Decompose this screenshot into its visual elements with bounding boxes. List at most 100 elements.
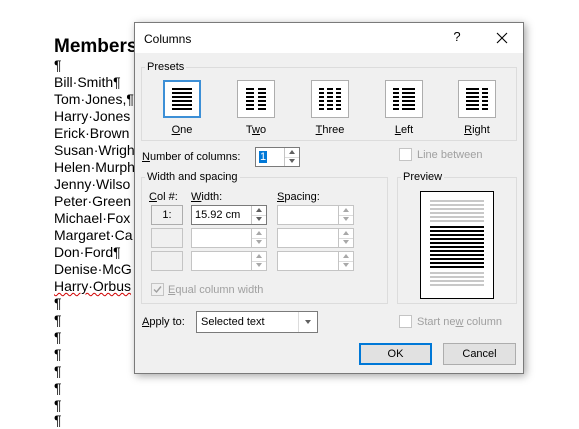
preset-two-mnemonic: w	[252, 124, 260, 136]
doc-line: Peter·Green	[54, 193, 132, 209]
doc-line: Don·Ford¶	[54, 244, 121, 260]
close-button[interactable]	[489, 26, 515, 50]
doc-line: Michael·Fox	[54, 210, 131, 226]
col-number-cell: 1:	[151, 205, 183, 225]
number-of-columns-value[interactable]: 1	[259, 151, 268, 163]
preset-one-label[interactable]: One	[152, 124, 212, 136]
number-of-columns-label-rest: umber of columns:	[149, 151, 241, 163]
start-new-column-checkbox[interactable]	[399, 315, 412, 328]
preset-left-button[interactable]	[385, 80, 423, 118]
apply-to-label: Apply to:	[142, 316, 185, 328]
doc-line: ¶	[54, 295, 62, 311]
doc-line: ¶	[54, 363, 62, 379]
up-arrow-icon	[289, 150, 295, 154]
equal-column-width-checkbox[interactable]	[151, 283, 164, 296]
down-arrow-icon	[256, 263, 262, 267]
doc-line: ¶	[54, 312, 62, 328]
doc-line: Margaret·Ca	[54, 227, 133, 243]
column-width-spinner[interactable]	[191, 251, 267, 271]
down-arrow-icon	[289, 159, 295, 163]
columns-dialog: Columns ? Presets One Two Three Left Rig…	[134, 22, 524, 374]
column-width-spinner[interactable]: 15.92 cm	[191, 205, 267, 225]
preset-right-button[interactable]	[458, 80, 496, 118]
spacing-decrement-button[interactable]	[339, 238, 353, 247]
three-columns-icon	[319, 88, 341, 110]
checkmark-icon	[153, 286, 162, 294]
dialog-title: Columns	[144, 32, 192, 46]
width-decrement-button[interactable]	[252, 215, 266, 224]
col-number-cell	[151, 228, 183, 248]
down-arrow-icon	[343, 240, 349, 244]
up-arrow-icon	[343, 231, 349, 235]
preset-one-mnemonic: O	[171, 124, 181, 136]
col-number-cell	[151, 251, 183, 271]
spacing-decrement-button[interactable]	[339, 261, 353, 270]
help-button[interactable]: ?	[447, 29, 467, 47]
spacing-decrement-button[interactable]	[339, 215, 353, 224]
doc-line: Harry·Jones	[54, 108, 131, 124]
left-columns-icon	[393, 88, 415, 110]
doc-line: Bill·Smith¶	[54, 74, 121, 90]
down-arrow-icon	[343, 263, 349, 267]
preset-right-label-rest: ight	[472, 124, 490, 136]
cancel-button[interactable]: Cancel	[443, 343, 516, 365]
doc-line: Erick·Brown	[54, 125, 130, 141]
preset-three-label[interactable]: Three	[300, 124, 360, 136]
preset-left-label-rest: eft	[400, 124, 414, 136]
ok-button[interactable]: OK	[359, 343, 432, 365]
column-spacing-spinner[interactable]	[277, 228, 354, 248]
up-arrow-icon	[256, 231, 262, 235]
doc-line: ¶	[54, 57, 62, 73]
preset-right-mnemonic: R	[464, 124, 473, 136]
dropdown-arrow[interactable]	[298, 312, 317, 332]
chevron-down-icon	[305, 320, 311, 324]
line-between-checkbox[interactable]	[399, 148, 412, 161]
preset-two-label-rest: o	[259, 124, 267, 136]
close-icon	[496, 32, 508, 44]
preset-one-button[interactable]	[163, 80, 201, 118]
doc-line: ¶	[54, 380, 62, 396]
apply-to-label-rest: pply to:	[149, 316, 185, 328]
preset-three-button[interactable]	[311, 80, 349, 118]
width-spacing-label: Width and spacing	[145, 171, 240, 183]
equal-width-label-rest: qual column width	[175, 284, 264, 296]
width-header-mnemonic: W	[191, 191, 202, 203]
start-new-column-label: Start new column	[417, 316, 502, 328]
one-column-icon	[172, 88, 192, 110]
up-arrow-icon	[343, 254, 349, 258]
column-spacing-spinner[interactable]	[277, 251, 354, 271]
col-number-header: Col #:	[149, 191, 178, 203]
preview-page-icon	[430, 200, 484, 286]
preset-right-label[interactable]: Right	[447, 124, 507, 136]
doc-line: Jenny·Wilso	[54, 176, 131, 192]
up-arrow-icon	[256, 208, 262, 212]
doc-line: Helen·Murph	[54, 159, 135, 175]
dialog-titlebar[interactable]: Columns ?	[135, 23, 523, 53]
column-width-spinner[interactable]	[191, 228, 267, 248]
preset-two-button[interactable]	[237, 80, 275, 118]
width-decrement-button[interactable]	[252, 261, 266, 270]
number-of-columns-mnemonic: N	[142, 151, 150, 163]
up-arrow-icon	[343, 208, 349, 212]
line-between-label: Line between	[417, 149, 483, 161]
start-new-column-label-rest: column	[463, 316, 503, 328]
right-columns-icon	[466, 88, 488, 110]
preview-label: Preview	[401, 171, 445, 183]
down-arrow-icon	[343, 217, 349, 221]
preset-one-label-rest: ne	[180, 124, 193, 136]
number-of-columns-spinner[interactable]: 1	[255, 147, 300, 167]
width-decrement-button[interactable]	[252, 238, 266, 247]
preview-page	[420, 191, 494, 299]
doc-line: ¶	[54, 329, 62, 345]
number-of-columns-label: Number of columns:	[142, 151, 240, 163]
doc-line: ¶	[54, 346, 62, 362]
doc-line: Denise·McG	[54, 261, 132, 277]
spacing-header: Spacing:	[277, 191, 320, 203]
columns-decrement-button[interactable]	[285, 157, 299, 166]
preset-left-label[interactable]: Left	[374, 124, 434, 136]
apply-to-dropdown[interactable]: Selected text	[196, 311, 318, 333]
doc-title: Members	[54, 36, 138, 57]
two-columns-icon	[246, 88, 266, 110]
preset-two-label[interactable]: Two	[226, 124, 286, 136]
column-spacing-spinner[interactable]	[277, 205, 354, 225]
